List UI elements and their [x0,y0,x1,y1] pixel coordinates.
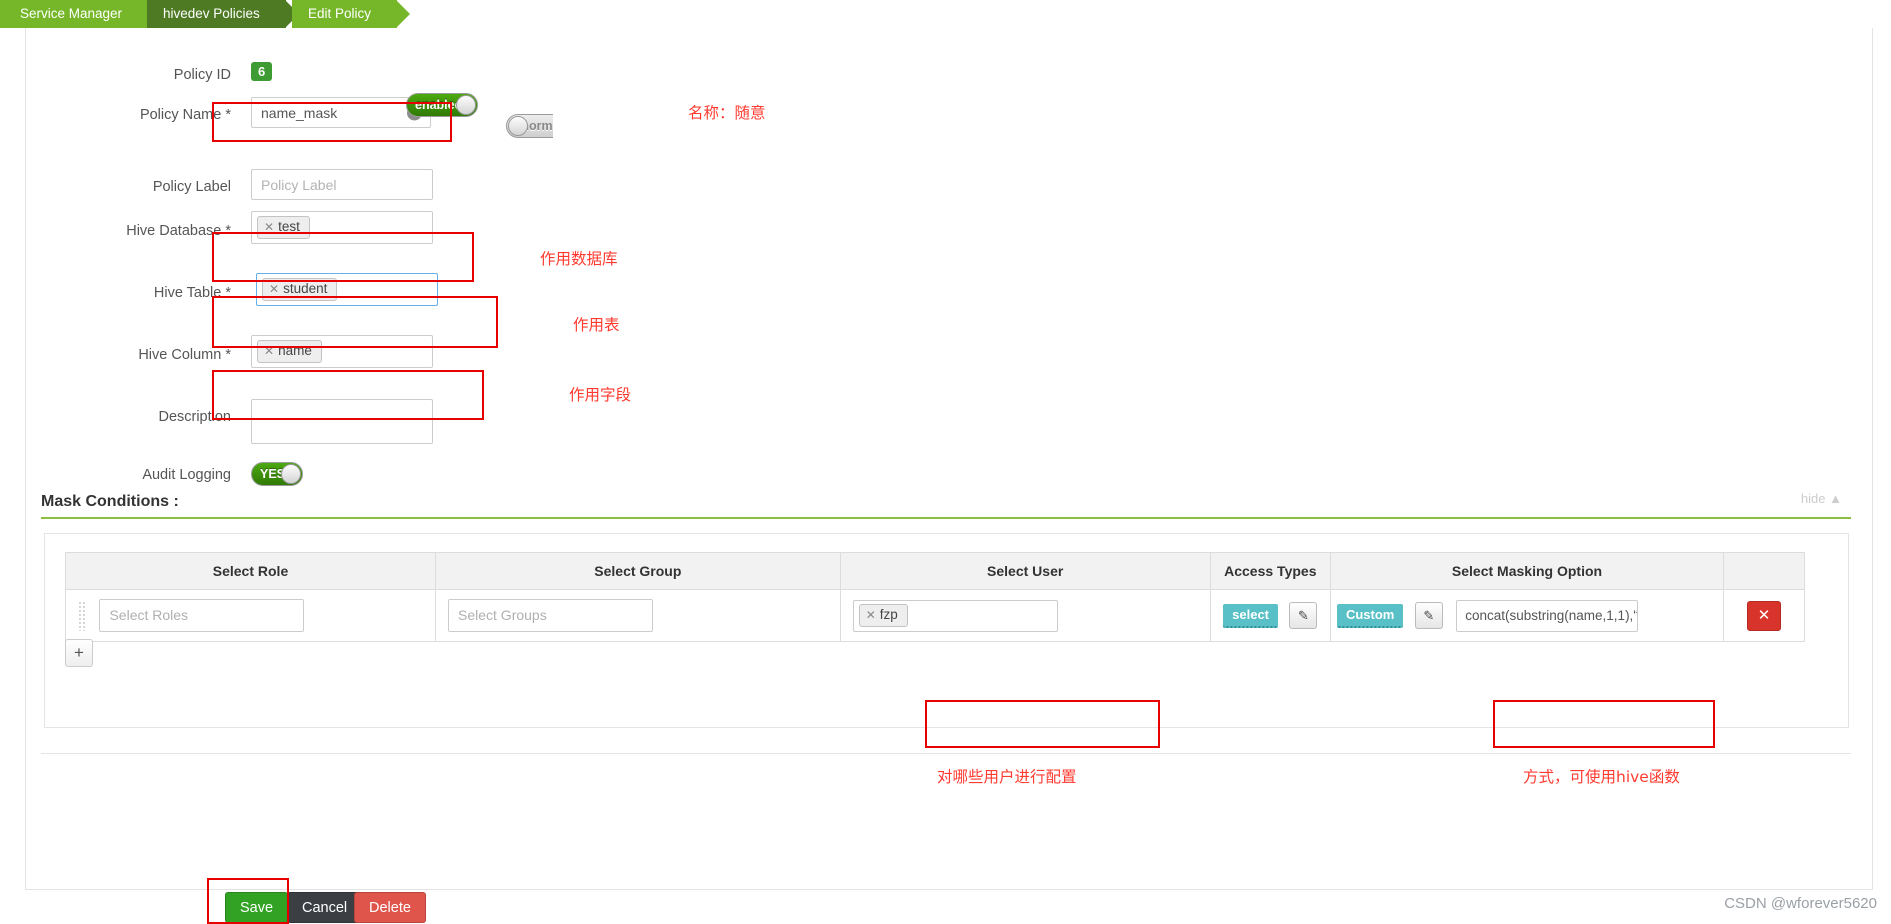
annotation-text-hive-column: 作用字段 [569,386,632,404]
chip-remove-icon[interactable]: ✕ [264,220,274,234]
chip-user[interactable]: ✕ fzp [858,603,908,627]
column-header-masking-option: Select Masking Option [1329,552,1725,590]
hive-table-input[interactable]: ✕ student [256,273,438,306]
column-header-select-role: Select Role [65,552,436,590]
hive-table-label: Hive Table * [153,285,231,301]
policy-id-badge: 6 [251,62,273,81]
field-row-hive-database: Hive Database * ✕ test [26,211,726,246]
field-row-audit-logging: Audit Logging YES [26,460,726,490]
page-root: Service Manager hivedev Policies Edit Po… [0,0,1891,924]
delete-button[interactable]: Delete [354,892,426,923]
close-icon: ✕ [1757,606,1771,624]
chip-label: student [283,281,328,296]
chip-hive-database[interactable]: ✕ test [257,216,310,239]
add-mask-condition-button[interactable]: + [65,639,93,667]
chip-remove-icon[interactable]: ✕ [866,608,876,622]
policy-normal-toggle[interactable]: normal [506,114,553,140]
audit-logging-label: Audit Logging [142,467,231,483]
annotation-text-select-user: 对哪些用户进行配置 [937,768,1077,786]
audit-logging-toggle[interactable]: YES [251,462,303,486]
column-header-select-group: Select Group [435,552,841,590]
hide-label: hide [1800,491,1826,506]
chip-remove-icon[interactable]: ✕ [269,282,279,296]
mask-conditions-hide-link[interactable]: hide ▲ [1801,491,1842,506]
breadcrumb-item-service-manager[interactable]: Service Manager [0,0,162,28]
policy-label-input[interactable] [251,169,433,200]
policy-enabled-toggle[interactable]: enabled [406,93,478,117]
delete-row-button[interactable]: ✕ [1747,600,1782,631]
cell-masking-option: Custom ✎ concat(substring(name,1,1),'**'… [1329,589,1725,642]
chip-hive-column[interactable]: ✕ name [257,340,322,363]
cancel-button[interactable]: Cancel [287,892,363,923]
table-header-row: Select Role Select Group Select User Acc… [65,552,1805,590]
pencil-icon[interactable]: ✎ [1289,602,1318,629]
mask-conditions-title: Mask Conditions : [41,493,179,510]
description-textarea[interactable] [251,399,433,444]
policy-label-label: Policy Label [152,179,231,195]
select-roles-input[interactable]: Select Roles [99,599,305,632]
field-row-description: Description [26,399,726,458]
breadcrumb-label: Edit Policy [308,6,372,21]
masking-option-badge[interactable]: Custom [1336,603,1404,628]
annotation-text-policy-name: 名称：随意 [688,104,766,122]
breadcrumb-label: Service Manager [20,6,123,21]
breadcrumb: Service Manager hivedev Policies Edit Po… [0,0,1891,28]
cell-select-group: Select Groups [435,589,841,642]
annotation-text-hive-table: 作用表 [573,316,620,334]
masking-expression-input[interactable]: concat(substring(name,1,1),'**') [1456,599,1639,632]
policy-name-input[interactable] [251,97,431,128]
hive-database-input[interactable]: ✕ test [251,211,433,244]
toggle-knob [281,464,301,484]
policy-name-label: Policy Name * [139,107,231,123]
watermark: CSDN @wforever5620 [1724,895,1877,912]
breadcrumb-arrow-icon [396,0,411,28]
annotation-text-hive-database: 作用数据库 [540,250,618,268]
breadcrumb-item-edit-policy[interactable]: Edit Policy [292,0,411,28]
description-label: Description [158,409,231,425]
hive-database-label: Hive Database * [126,223,231,239]
hive-column-label: Hive Column * [138,347,231,363]
annotation-text-masking-option: 方式，可使用hive函数 [1523,768,1680,786]
column-header-select-user: Select User [839,552,1211,590]
pencil-icon[interactable]: ✎ [1414,602,1443,629]
chevron-up-icon: ▲ [1829,491,1842,506]
edit-policy-panel: Policy ID 6 Policy Name * i enabled [25,28,1873,890]
column-header-access-types: Access Types [1209,552,1331,590]
chip-remove-icon[interactable]: ✕ [264,344,274,358]
field-row-hive-column: Hive Column * ✕ name [26,335,726,370]
mask-conditions-card: Select Role Select Group Select User Acc… [44,533,1849,728]
field-row-hive-table: Hive Table * ✕ student [26,273,726,308]
policy-id-label: Policy ID [173,67,231,83]
footer-divider [41,753,1851,754]
breadcrumb-label: hivedev Policies [163,6,260,21]
hive-column-input[interactable]: ✕ name [251,335,433,368]
column-header-actions [1723,552,1805,590]
field-row-policy-label: Policy Label [26,169,726,202]
cell-access-types: select ✎ [1209,589,1331,642]
select-groups-input[interactable]: Select Groups [448,599,653,632]
section-divider [41,517,1851,519]
chip-label: fzp [879,606,898,622]
save-button[interactable]: Save [225,892,289,923]
chip-label: name [278,343,312,358]
field-row-policy-id: Policy ID 6 [26,60,726,90]
cell-select-user: ✕ fzp [839,589,1211,642]
table-row: Select Roles Select Groups ✕ fzp select … [65,589,1805,642]
drag-handle-icon[interactable] [78,600,85,631]
access-type-badge[interactable]: select [1223,603,1279,628]
toggle-knob [456,95,476,115]
field-row-policy-name: Policy Name * i [26,97,726,130]
cell-actions: ✕ [1723,589,1805,642]
cell-select-role: Select Roles [65,589,436,642]
mask-conditions-table: Select Role Select Group Select User Acc… [65,552,1805,642]
chip-hive-table[interactable]: ✕ student [262,278,338,301]
breadcrumb-item-hivedev-policies[interactable]: hivedev Policies [147,0,299,28]
chip-label: test [278,219,300,234]
select-users-input[interactable]: ✕ fzp [852,599,1058,632]
toggle-knob [508,116,528,136]
